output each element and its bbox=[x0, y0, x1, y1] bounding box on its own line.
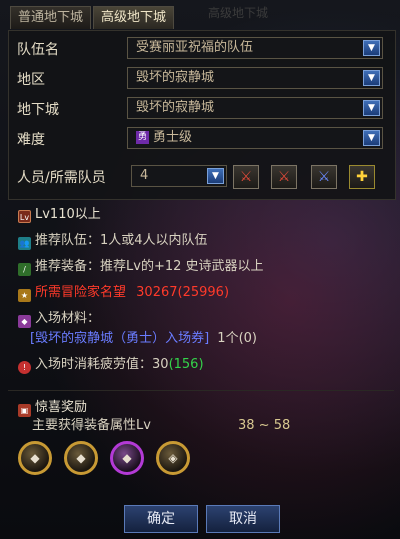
sword-icon: / bbox=[18, 263, 31, 276]
tab-normal-dungeon[interactable]: 普通地下城 bbox=[10, 6, 92, 29]
difficulty-select[interactable]: 勇勇士级 ▼ bbox=[127, 127, 383, 149]
equip-line: / 推荐装备：推荐Lv的+12 史诗武器以上 bbox=[18, 258, 264, 276]
team-label: 队伍名 bbox=[17, 42, 59, 58]
team-select[interactable]: 受赛丽亚祝福的队伍 ▼ bbox=[127, 37, 383, 59]
team-line: 👥 推荐队伍：1人或4人以内队伍 bbox=[18, 233, 208, 250]
fame-icon: ★ bbox=[18, 289, 31, 302]
tab-advanced-dungeon[interactable]: 高级地下城 bbox=[93, 6, 175, 29]
row-members: 人员/所需队员 4 ▼ ⚔ ⚔ ⚔ ✚ bbox=[9, 165, 395, 191]
ticket-link[interactable]: [毁坏的寂静城（勇士）入场券] bbox=[30, 331, 209, 346]
chevron-down-icon[interactable]: ▼ bbox=[363, 40, 380, 56]
dungeon-label: 地下城 bbox=[17, 102, 59, 118]
row-difficulty: 难度 勇勇士级 ▼ bbox=[9, 125, 395, 151]
cancel-button[interactable]: 取消 bbox=[206, 505, 280, 533]
reward-diamond-icon-2[interactable]: ◆ bbox=[64, 441, 98, 475]
reward-diamond-icon[interactable]: ◆ bbox=[18, 441, 52, 475]
reward-title-line: ▣ 惊喜奖励 bbox=[18, 399, 87, 417]
reward-purple-diamond-icon[interactable]: ◆ bbox=[110, 441, 144, 475]
fatigue-icon: ! bbox=[18, 361, 31, 374]
reward-range: 38 ~ 58 bbox=[238, 418, 291, 433]
material-item-line: [毁坏的寂静城（勇士）入场券] 1个(0) bbox=[30, 331, 257, 346]
members-value: 4 bbox=[140, 168, 149, 183]
dungeon-form: 队伍名 受赛丽亚祝福的队伍 ▼ 地区 毁坏的寂静城 ▼ 地下城 毁坏的寂静城 ▼… bbox=[8, 30, 396, 200]
region-value: 毁坏的寂静城 bbox=[136, 70, 215, 85]
confirm-button[interactable]: 确定 bbox=[124, 505, 198, 533]
region-label: 地区 bbox=[17, 72, 45, 88]
sword-red-button-2[interactable]: ⚔ bbox=[271, 165, 297, 189]
reward-desc-line: 主要获得装备属性Lv 38 ~ 58 bbox=[32, 418, 291, 433]
reward-section: ▣ 惊喜奖励 主要获得装备属性Lv 38 ~ 58 ◆ ◆ ◆ ◈ bbox=[8, 390, 394, 491]
region-select[interactable]: 毁坏的寂静城 ▼ bbox=[127, 67, 383, 89]
row-team: 队伍名 受赛丽亚祝福的队伍 ▼ bbox=[9, 35, 395, 61]
row-region: 地区 毁坏的寂静城 ▼ bbox=[9, 65, 395, 91]
fame-line: ★ 所需冒险家名望 30267(25996) bbox=[18, 284, 229, 302]
sword-red-button[interactable]: ⚔ bbox=[233, 165, 259, 189]
gift-icon: ▣ bbox=[18, 404, 31, 417]
tab-bar: 普通地下城 高级地下城 bbox=[10, 6, 176, 30]
dungeon-select[interactable]: 毁坏的寂静城 ▼ bbox=[127, 97, 383, 119]
chevron-down-icon[interactable]: ▼ bbox=[363, 100, 380, 116]
level-line: Lv Lv110以上 bbox=[18, 207, 101, 223]
dungeon-info: Lv Lv110以上 👥 推荐队伍：1人或4人以内队伍 / 推荐装备：推荐Lv的+12… bbox=[8, 200, 394, 385]
chevron-down-icon[interactable]: ▼ bbox=[363, 70, 380, 86]
members-label: 人员/所需队员 bbox=[17, 170, 106, 186]
chevron-down-icon[interactable]: ▼ bbox=[207, 168, 224, 184]
level-icon: Lv bbox=[18, 210, 31, 223]
members-select[interactable]: 4 ▼ bbox=[131, 165, 227, 187]
difficulty-value: 勇士级 bbox=[153, 130, 193, 145]
row-dungeon: 地下城 毁坏的寂静城 ▼ bbox=[9, 95, 395, 121]
material-icon: ◆ bbox=[18, 315, 31, 328]
reward-gem-icon[interactable]: ◈ bbox=[156, 441, 190, 475]
team-icon: 👥 bbox=[18, 237, 31, 250]
team-value: 受赛丽亚祝福的队伍 bbox=[136, 40, 254, 55]
chevron-down-icon[interactable]: ▼ bbox=[363, 130, 380, 146]
add-member-button[interactable]: ✚ bbox=[349, 165, 375, 189]
faded-window-title: 高级地下城 bbox=[208, 6, 269, 20]
sword-blue-button[interactable]: ⚔ bbox=[311, 165, 337, 189]
fatigue-line: ! 入场时消耗疲劳值：30(156) bbox=[18, 356, 204, 374]
difficulty-label: 难度 bbox=[17, 132, 45, 148]
dungeon-value: 毁坏的寂静城 bbox=[136, 100, 215, 115]
material-line: ◆ 入场材料： bbox=[18, 310, 100, 328]
warrior-difficulty-icon: 勇 bbox=[136, 131, 149, 144]
